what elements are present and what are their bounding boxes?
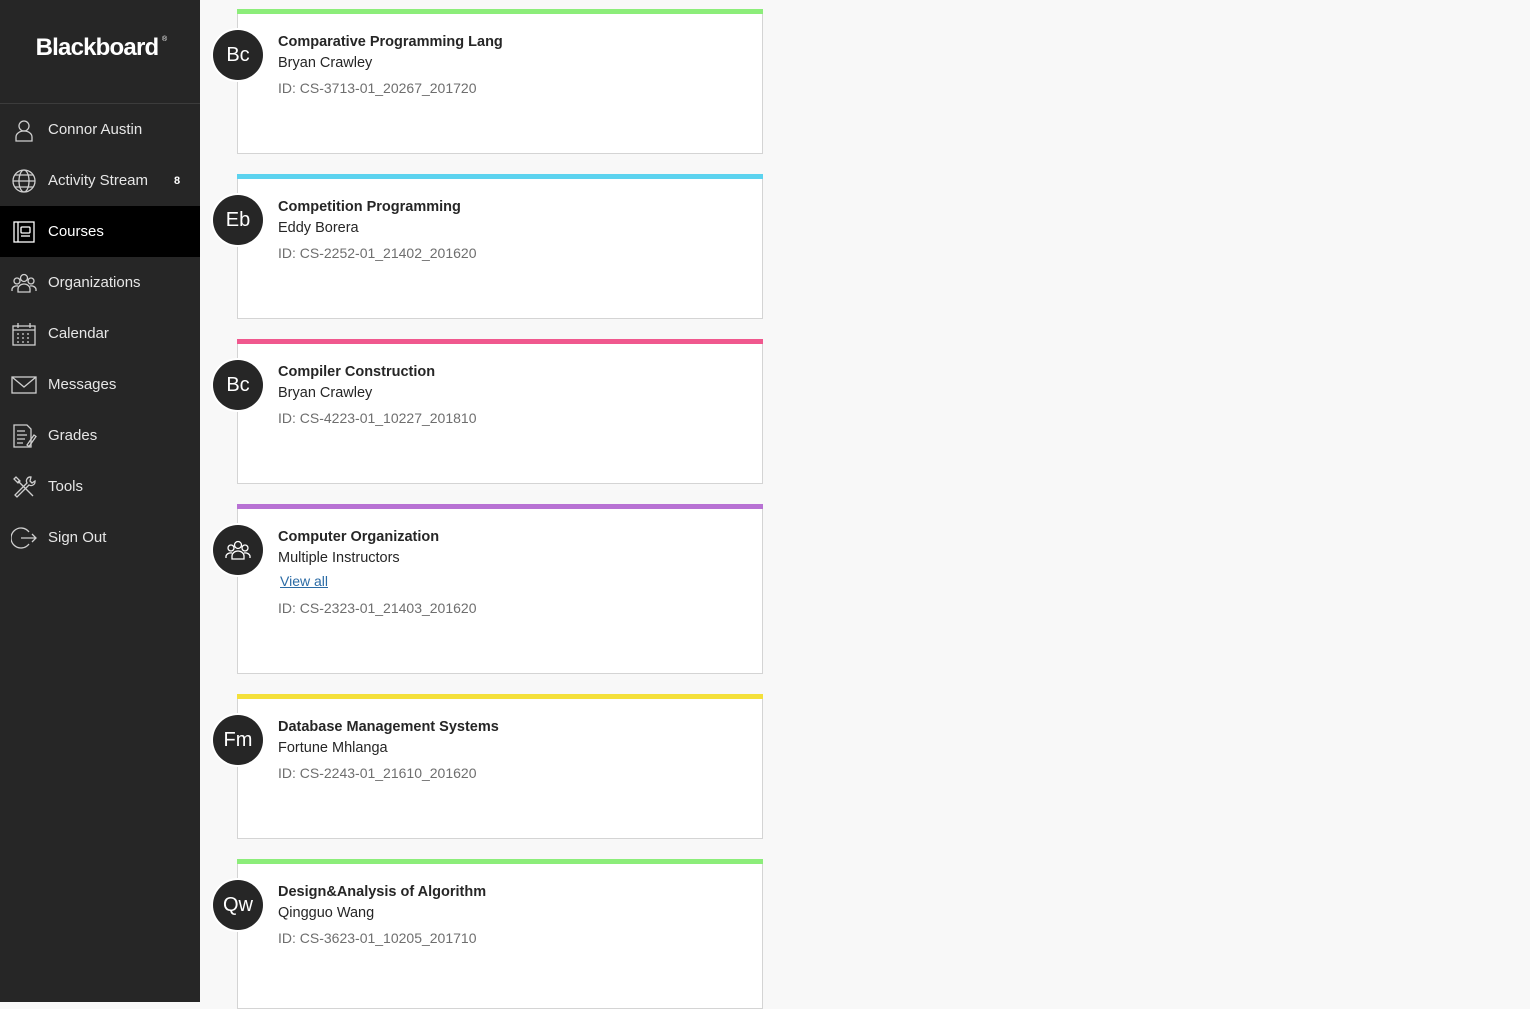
logo-text: Blackboard: [35, 33, 160, 61]
sidebar-item-profile[interactable]: Connor Austin: [0, 104, 200, 155]
course-id: ID: CS-2252-01_21402_201620: [278, 245, 477, 261]
sidebar-item-tools[interactable]: Tools: [0, 461, 200, 512]
sidebar-item-label: Grades: [48, 427, 98, 444]
blackboard-logo[interactable]: Blackboard ®: [35, 33, 168, 62]
group-avatar: [213, 525, 263, 575]
course-id: ID: CS-2243-01_21610_201620: [278, 765, 477, 781]
course-instructor: Multiple Instructors: [278, 550, 400, 566]
course-instructor: Qingguo Wang: [278, 905, 375, 921]
sidebar-item-label: Courses: [48, 223, 104, 240]
activity-count-badge: 8: [174, 174, 181, 187]
course-card[interactable]: Computer Organization Multiple Instructo…: [213, 504, 763, 674]
organizations-icon: [11, 270, 37, 296]
course-color-bar: [237, 504, 763, 509]
course-title[interactable]: Computer Organization: [278, 529, 439, 545]
course-card[interactable]: Eb Competition Programming Eddy Borera I…: [213, 174, 763, 319]
course-card[interactable]: Fm Database Management Systems Fortune M…: [213, 694, 763, 839]
course-card[interactable]: Bc Comparative Programming Lang Bryan Cr…: [213, 9, 763, 154]
sidebar-item-courses[interactable]: Courses: [0, 206, 200, 257]
tools-icon: [11, 474, 37, 500]
course-id: ID: CS-3623-01_10205_201710: [278, 930, 477, 946]
course-card[interactable]: Bc Compiler Construction Bryan Crawley I…: [213, 339, 763, 484]
course-instructor: Fortune Mhlanga: [278, 740, 388, 756]
instructor-avatar: Bc: [213, 30, 263, 80]
courses-icon: [11, 219, 37, 245]
course-card[interactable]: Qw Design&Analysis of Algorithm Qingguo …: [213, 859, 763, 1009]
course-title[interactable]: Database Management Systems: [278, 719, 499, 735]
sidebar-item-messages[interactable]: Messages: [0, 359, 200, 410]
sidebar-item-grades[interactable]: Grades: [0, 410, 200, 461]
instructor-avatar: Fm: [213, 715, 263, 765]
group-icon: [225, 540, 251, 560]
course-id: ID: CS-2323-01_21403_201620: [278, 600, 477, 616]
sidebar-item-label: Sign Out: [48, 529, 107, 546]
sidebar-item-label: Connor Austin: [48, 121, 143, 138]
envelope-icon: [11, 372, 37, 398]
course-color-bar: [237, 9, 763, 14]
instructor-avatar: Bc: [213, 360, 263, 410]
course-title[interactable]: Compiler Construction: [278, 364, 435, 380]
sidebar-item-activity-stream[interactable]: Activity Stream 8: [0, 155, 200, 206]
course-instructor: Bryan Crawley: [278, 385, 373, 401]
course-list: Bc Comparative Programming Lang Bryan Cr…: [200, 0, 1530, 1009]
user-icon: [11, 117, 37, 143]
sign-out-icon: [11, 525, 37, 551]
course-instructor: Eddy Borera: [278, 220, 359, 236]
calendar-icon: [11, 321, 37, 347]
course-title[interactable]: Comparative Programming Lang: [278, 34, 503, 50]
sidebar-item-label: Activity Stream: [48, 172, 149, 189]
course-color-bar: [237, 339, 763, 344]
sidebar-item-calendar[interactable]: Calendar: [0, 308, 200, 359]
instructor-avatar: Eb: [213, 195, 263, 245]
sidebar-item-label: Tools: [48, 478, 84, 495]
course-instructor: Bryan Crawley: [278, 55, 373, 71]
view-all-instructors-link[interactable]: View all: [280, 573, 328, 589]
sidebar-item-organizations[interactable]: Organizations: [0, 257, 200, 308]
course-color-bar: [237, 859, 763, 864]
sidebar-item-label: Organizations: [48, 274, 141, 291]
course-id: ID: CS-4223-01_10227_201810: [278, 410, 477, 426]
course-title[interactable]: Competition Programming: [278, 199, 461, 215]
grades-icon: [11, 423, 37, 449]
sidebar-item-sign-out[interactable]: Sign Out: [0, 512, 200, 563]
sidebar: Blackboard ® Connor Austin Activity Strea…: [0, 0, 200, 1002]
globe-icon: [11, 168, 37, 194]
instructor-avatar: Qw: [213, 880, 263, 930]
course-id: ID: CS-3713-01_20267_201720: [278, 80, 477, 96]
registered-mark: ®: [162, 35, 167, 43]
sidebar-item-label: Messages: [48, 376, 117, 393]
logo-area: Blackboard ®: [0, 0, 200, 104]
course-color-bar: [237, 694, 763, 699]
course-color-bar: [237, 174, 763, 179]
sidebar-item-label: Calendar: [48, 325, 109, 342]
course-title[interactable]: Design&Analysis of Algorithm: [278, 884, 486, 900]
